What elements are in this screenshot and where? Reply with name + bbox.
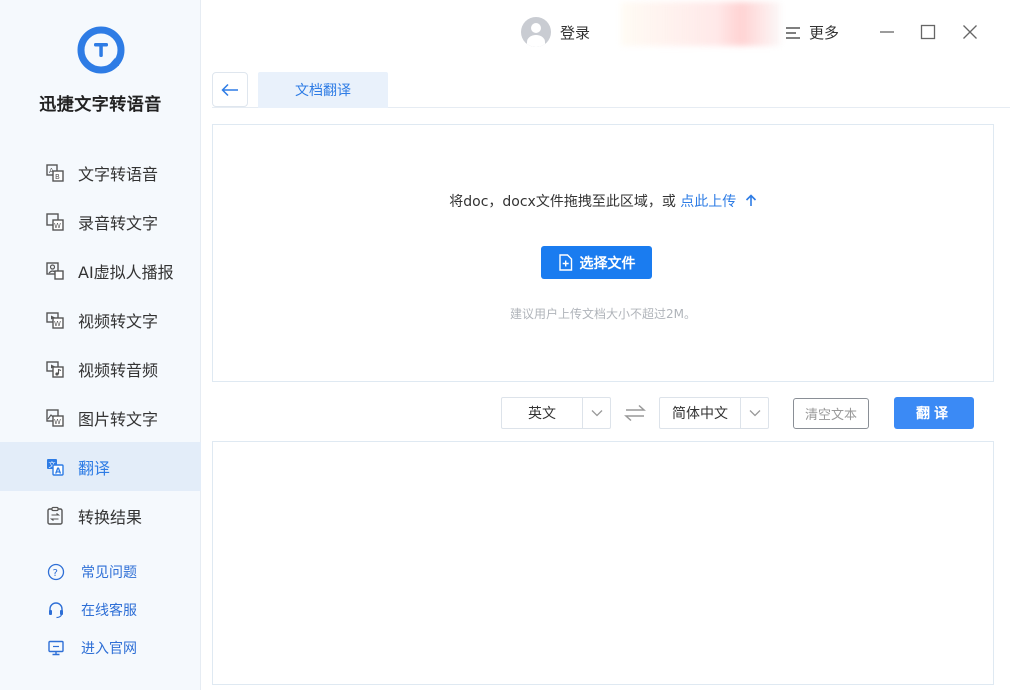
avatar-icon xyxy=(521,17,551,47)
link-label: 常见问题 xyxy=(81,565,137,581)
brand: 迅捷文字转语音 xyxy=(0,26,201,115)
sidebar-item-video-to-audio[interactable]: 视频转音频 xyxy=(0,344,201,393)
select-file-label: 选择文件 xyxy=(579,255,636,272)
size-hint: 建议用户上传文档大小不超过2M。 xyxy=(510,307,696,321)
svg-text:A: A xyxy=(55,466,62,475)
sidebar-item-label: 视频转音频 xyxy=(78,360,159,380)
more-menu-button[interactable]: 更多 xyxy=(785,22,839,43)
sidebar-item-label: 文字转语音 xyxy=(78,164,159,184)
target-language-select[interactable]: 简体中文 xyxy=(659,397,769,429)
sidebar-item-translate[interactable]: 文A 翻译 xyxy=(0,442,201,491)
target-language-value: 简体中文 xyxy=(672,406,728,422)
sidebar-item-results[interactable]: 转换结果 xyxy=(0,491,201,540)
sidebar-item-label: 转换结果 xyxy=(78,507,143,527)
chevron-down-icon xyxy=(582,398,610,428)
sidebar-item-label: 图片转文字 xyxy=(78,409,159,429)
source-language-select[interactable]: 英文 xyxy=(501,397,611,429)
online-support-link[interactable]: 在线客服 xyxy=(0,591,201,629)
maximize-button[interactable] xyxy=(918,22,938,42)
drop-hint-text: 将doc，docx文件拖拽至此区域，或 xyxy=(449,194,676,210)
app-title: 迅捷文字转语音 xyxy=(39,95,162,115)
arrow-left-icon xyxy=(221,83,238,96)
translate-button[interactable]: 翻译 xyxy=(894,397,974,429)
link-label: 进入官网 xyxy=(81,641,137,657)
close-icon xyxy=(963,25,977,39)
title-bar: 登录 更多 xyxy=(201,0,1010,66)
back-button[interactable] xyxy=(212,72,248,107)
source-language-value: 英文 xyxy=(528,406,556,422)
sidebar-item-ai-avatar[interactable]: AI虚拟人播报 xyxy=(0,246,201,295)
sidebar-item-label: 翻译 xyxy=(78,458,111,478)
video-to-audio-icon xyxy=(44,358,66,380)
swap-icon xyxy=(624,404,646,422)
drop-hint: 将doc，docx文件拖拽至此区域，或 点此上传 xyxy=(213,191,993,211)
svg-text:B: B xyxy=(55,173,60,181)
translate-icon: 文A xyxy=(44,456,66,478)
link-label: 在线客服 xyxy=(81,603,137,619)
sidebar-item-audio-to-text[interactable]: W 录音转文字 xyxy=(0,197,201,246)
clear-text-button[interactable]: 清空文本 xyxy=(793,398,869,429)
upload-link-label: 点此上传 xyxy=(680,194,737,210)
ai-avatar-icon xyxy=(44,260,66,282)
more-label: 更多 xyxy=(809,24,840,42)
tab-strip: 文档翻译 xyxy=(212,72,1010,108)
minimize-icon xyxy=(880,31,894,33)
maximize-icon xyxy=(920,24,936,40)
menu-icon xyxy=(785,26,801,40)
sidebar-item-label: 视频转文字 xyxy=(78,311,159,331)
svg-text:W: W xyxy=(54,320,61,328)
close-button[interactable] xyxy=(960,22,980,42)
official-site-link[interactable]: 进入官网 xyxy=(0,629,201,667)
sidebar-item-image-to-text[interactable]: W 图片转文字 xyxy=(0,393,201,442)
upload-dropzone[interactable]: 将doc，docx文件拖拽至此区域，或 点此上传 选择文件 建议用户上传文档大小… xyxy=(212,124,994,382)
sidebar: 迅捷文字转语音 AB 文字转语音 W 录音转文字 AI虚拟人播报 W 视频转文字 xyxy=(0,0,201,690)
sidebar-nav: AB 文字转语音 W 录音转文字 AI虚拟人播报 W 视频转文字 视频转音频 W… xyxy=(0,148,201,540)
audio-to-text-icon: W xyxy=(44,211,66,233)
video-to-text-icon: W xyxy=(44,309,66,331)
question-icon: ? xyxy=(46,562,66,582)
svg-text:?: ? xyxy=(53,568,58,579)
select-file-button[interactable]: 选择文件 xyxy=(541,246,652,279)
app-logo-icon xyxy=(77,26,125,74)
svg-text:A: A xyxy=(49,167,54,175)
sidebar-item-video-to-text[interactable]: W 视频转文字 xyxy=(0,295,201,344)
sidebar-item-text-to-speech[interactable]: AB 文字转语音 xyxy=(0,148,201,197)
login-label: 登录 xyxy=(560,23,591,42)
file-add-icon xyxy=(558,254,573,271)
arrow-up-icon xyxy=(745,194,756,206)
image-to-text-icon: W xyxy=(44,407,66,429)
promo-banner[interactable] xyxy=(621,2,781,46)
sidebar-links: ? 常见问题 在线客服 进入官网 xyxy=(0,553,201,667)
upload-link[interactable]: 点此上传 xyxy=(680,194,756,210)
tab-document-translation[interactable]: 文档翻译 xyxy=(258,72,388,108)
results-icon xyxy=(44,505,66,527)
minimize-button[interactable] xyxy=(877,22,897,42)
svg-text:W: W xyxy=(54,222,61,230)
text-to-speech-icon: AB xyxy=(44,162,66,184)
login-button[interactable]: 登录 xyxy=(521,17,590,47)
sidebar-item-label: 录音转文字 xyxy=(78,213,159,233)
translation-output[interactable] xyxy=(212,441,994,685)
monitor-icon xyxy=(46,638,66,658)
faq-link[interactable]: ? 常见问题 xyxy=(0,553,201,591)
chevron-down-icon xyxy=(740,398,768,428)
headset-icon xyxy=(46,600,66,620)
swap-languages-button[interactable] xyxy=(624,402,646,424)
sidebar-item-label: AI虚拟人播报 xyxy=(78,262,174,282)
svg-text:W: W xyxy=(54,418,61,426)
